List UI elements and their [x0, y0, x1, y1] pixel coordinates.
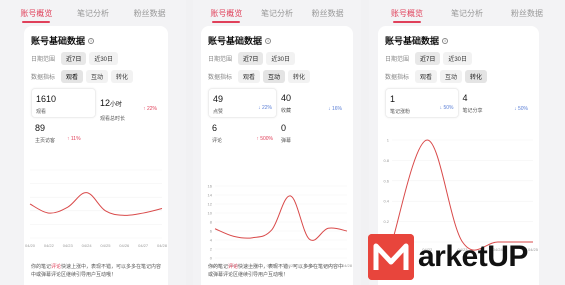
change-badge: ↓ 22% — [258, 105, 272, 111]
x-tick-label: 04/22 — [44, 243, 55, 248]
watch-line-chart: 04/20 04/22 04/23 04/24 04/25 04/26 04/27 04/28 — [25, 166, 168, 248]
tip-note: 你的笔记评论快速上涨中，表现不错，可以多多在笔记内容中或弹幕评论区继续引导用户互… — [208, 264, 344, 278]
date-range-row: 日期范围 近7日 近30日 — [385, 52, 532, 65]
tip-note: 你的笔记评论快速上涨中，表现不错，可以多多在笔记内容中或弹幕评论区继续引导用户互… — [31, 264, 162, 278]
info-icon[interactable]: i — [88, 37, 95, 44]
tab-account-overview[interactable]: 账号概览 — [210, 8, 242, 23]
y-tick-label: 2 — [210, 247, 213, 252]
change-badge: ↓ 16% — [328, 106, 342, 112]
metric-grid: 1610 观看 12小时 观看总时长 ↑ 22% 89 主页访客 ↑ 11% — [31, 88, 161, 148]
y-tick-label: 12 — [208, 202, 213, 207]
range-30-button[interactable]: 近30日 — [89, 52, 119, 65]
chart-svg: 161412108642004/20 04/22 04/23 04/24 04/25 04… — [208, 184, 353, 269]
x-tick-label: 04/28 — [157, 243, 168, 248]
range-7-button[interactable]: 近7日 — [238, 52, 264, 65]
x-tick-label: 04/27 — [138, 243, 149, 248]
y-tick-label: 10 — [208, 211, 213, 216]
m-logo-icon — [368, 234, 414, 280]
panel-watch: 账号概览 笔记分析 粉丝数据 账号基础数据 i 日期范围 近7日 近30日 数据指… — [0, 0, 186, 285]
logo-text: arketUP — [418, 240, 528, 273]
account-data-card: 账号基础数据 i 日期范围 近7日 近30日 数据指标 观看 互动 转化 49 点… — [201, 26, 353, 285]
panel-interact: 账号概览 笔记分析 粉丝数据 账号基础数据 i 日期范围 近7日 近30日 数据指… — [193, 0, 361, 285]
metric-watch-button[interactable]: 观看 — [415, 70, 438, 83]
info-icon[interactable]: i — [442, 37, 449, 44]
range-30-button[interactable]: 近30日 — [266, 52, 296, 65]
y-tick-label: 14 — [208, 193, 213, 198]
tab-bar: 账号概览 笔记分析 粉丝数据 — [369, 0, 565, 23]
tab-fan-data[interactable]: 粉丝数据 — [511, 8, 543, 22]
series-line — [29, 192, 163, 216]
tab-fan-data[interactable]: 粉丝数据 — [312, 8, 344, 22]
range-30-button[interactable]: 近30日 — [443, 52, 473, 65]
range-7-button[interactable]: 近7日 — [61, 52, 87, 65]
y-tick-label: 0 — [210, 256, 213, 261]
tab-note-analysis[interactable]: 笔记分析 — [77, 8, 109, 22]
metric-interact-button[interactable]: 互动 — [86, 70, 109, 83]
tab-bar: 账号概览 笔记分析 粉丝数据 — [0, 0, 186, 23]
card-title: 账号基础数据 i — [385, 34, 532, 47]
marketup-logo: arketUP — [368, 232, 565, 282]
interact-line-chart: 16 14 12 10 8 6 4 2 0 04/20 04/22 04/23 04/24 04/25 04… — [208, 182, 353, 269]
metric-row: 数据指标 观看 互动 转化 — [31, 70, 161, 83]
metric-row: 数据指标 观看 互动 转化 — [208, 70, 346, 83]
y-tick-label: 8 — [210, 220, 213, 225]
x-tick-label: 04/20 — [25, 243, 36, 248]
metric-interact-button[interactable]: 互动 — [263, 70, 286, 83]
tab-note-analysis[interactable]: 笔记分析 — [451, 8, 483, 22]
x-tick-label: 04/26 — [119, 243, 130, 248]
y-tick-label: 4 — [210, 238, 213, 243]
metric-interact-button[interactable]: 互动 — [440, 70, 463, 83]
info-icon[interactable]: i — [265, 37, 272, 44]
metric-likes[interactable]: 49 点赞 ↓ 22% — [208, 88, 277, 118]
metric-danmaku[interactable]: 0 弹幕 — [277, 118, 346, 148]
y-tick-label: 6 — [210, 229, 213, 234]
metric-convert-button[interactable]: 转化 — [465, 70, 488, 83]
tab-account-overview[interactable]: 账号概览 — [20, 8, 52, 23]
metric-row: 数据指标 观看 互动 转化 — [385, 70, 532, 83]
y-tick-label: 0.6 — [383, 178, 389, 183]
date-range-row: 日期范围 近7日 近30日 — [208, 52, 346, 65]
account-data-card: 账号基础数据 i 日期范围 近7日 近30日 数据指标 观看 互动 转化 1610… — [24, 26, 168, 285]
y-tick-label: 1 — [387, 138, 390, 143]
chart-svg: 04/20 04/22 04/23 04/24 04/25 04/26 04/27 04/28 — [25, 169, 168, 248]
change-badge: ↓ 50% — [439, 105, 454, 111]
metric-collects[interactable]: 40 收藏 ↓ 16% — [277, 88, 346, 118]
range-7-button[interactable]: 近7日 — [415, 52, 441, 65]
metric-grid: 1 笔记涨粉 ↓ 50% 4 笔记分享 ↓ 50% — [385, 88, 532, 118]
metric-comments[interactable]: 6 评论 ↑ 500% — [208, 118, 277, 148]
metric-note-followers[interactable]: 1 笔记涨粉 ↓ 50% — [385, 88, 459, 118]
change-badge: ↓ 50% — [514, 106, 528, 112]
metric-watch-button[interactable]: 观看 — [61, 70, 84, 83]
change-badge: ↑ 11% — [67, 136, 81, 142]
series-line — [214, 195, 348, 241]
x-tick-label: 04/24 — [82, 243, 93, 248]
metric-profile-visitors[interactable]: 89 主页访客 ↑ 11% — [31, 118, 96, 148]
metric-views[interactable]: 1610 观看 — [31, 88, 96, 118]
tab-fan-data[interactable]: 粉丝数据 — [134, 8, 166, 22]
change-badge: ↑ 500% — [256, 136, 273, 142]
y-tick-label: 0.2 — [383, 219, 389, 224]
y-tick-label: 0.8 — [383, 158, 389, 163]
tab-account-overview[interactable]: 账号概览 — [391, 8, 423, 23]
date-range-row: 日期范围 近7日 近30日 — [31, 52, 161, 65]
metric-convert-button[interactable]: 转化 — [288, 70, 311, 83]
x-tick-label: 04/25 — [100, 243, 111, 248]
tab-note-analysis[interactable]: 笔记分析 — [261, 8, 293, 22]
metric-watch-time[interactable]: 12小时 观看总时长 ↑ 22% — [96, 88, 161, 122]
card-title: 账号基础数据 i — [31, 34, 161, 47]
y-tick-label: 0.4 — [383, 199, 389, 204]
tab-bar: 账号概览 笔记分析 粉丝数据 — [193, 0, 361, 23]
metric-watch-button[interactable]: 观看 — [238, 70, 261, 83]
metric-convert-button[interactable]: 转化 — [111, 70, 134, 83]
card-title: 账号基础数据 i — [208, 34, 346, 47]
y-tick-label: 16 — [208, 184, 213, 189]
x-tick-label: 04/23 — [63, 243, 74, 248]
metric-note-shares[interactable]: 4 笔记分享 ↓ 50% — [459, 88, 533, 118]
change-badge: ↑ 22% — [143, 106, 157, 112]
metric-grid: 49 点赞 ↓ 22% 40 收藏 ↓ 16% 6 评论 ↑ 500% 0 弹幕 — [208, 88, 346, 148]
